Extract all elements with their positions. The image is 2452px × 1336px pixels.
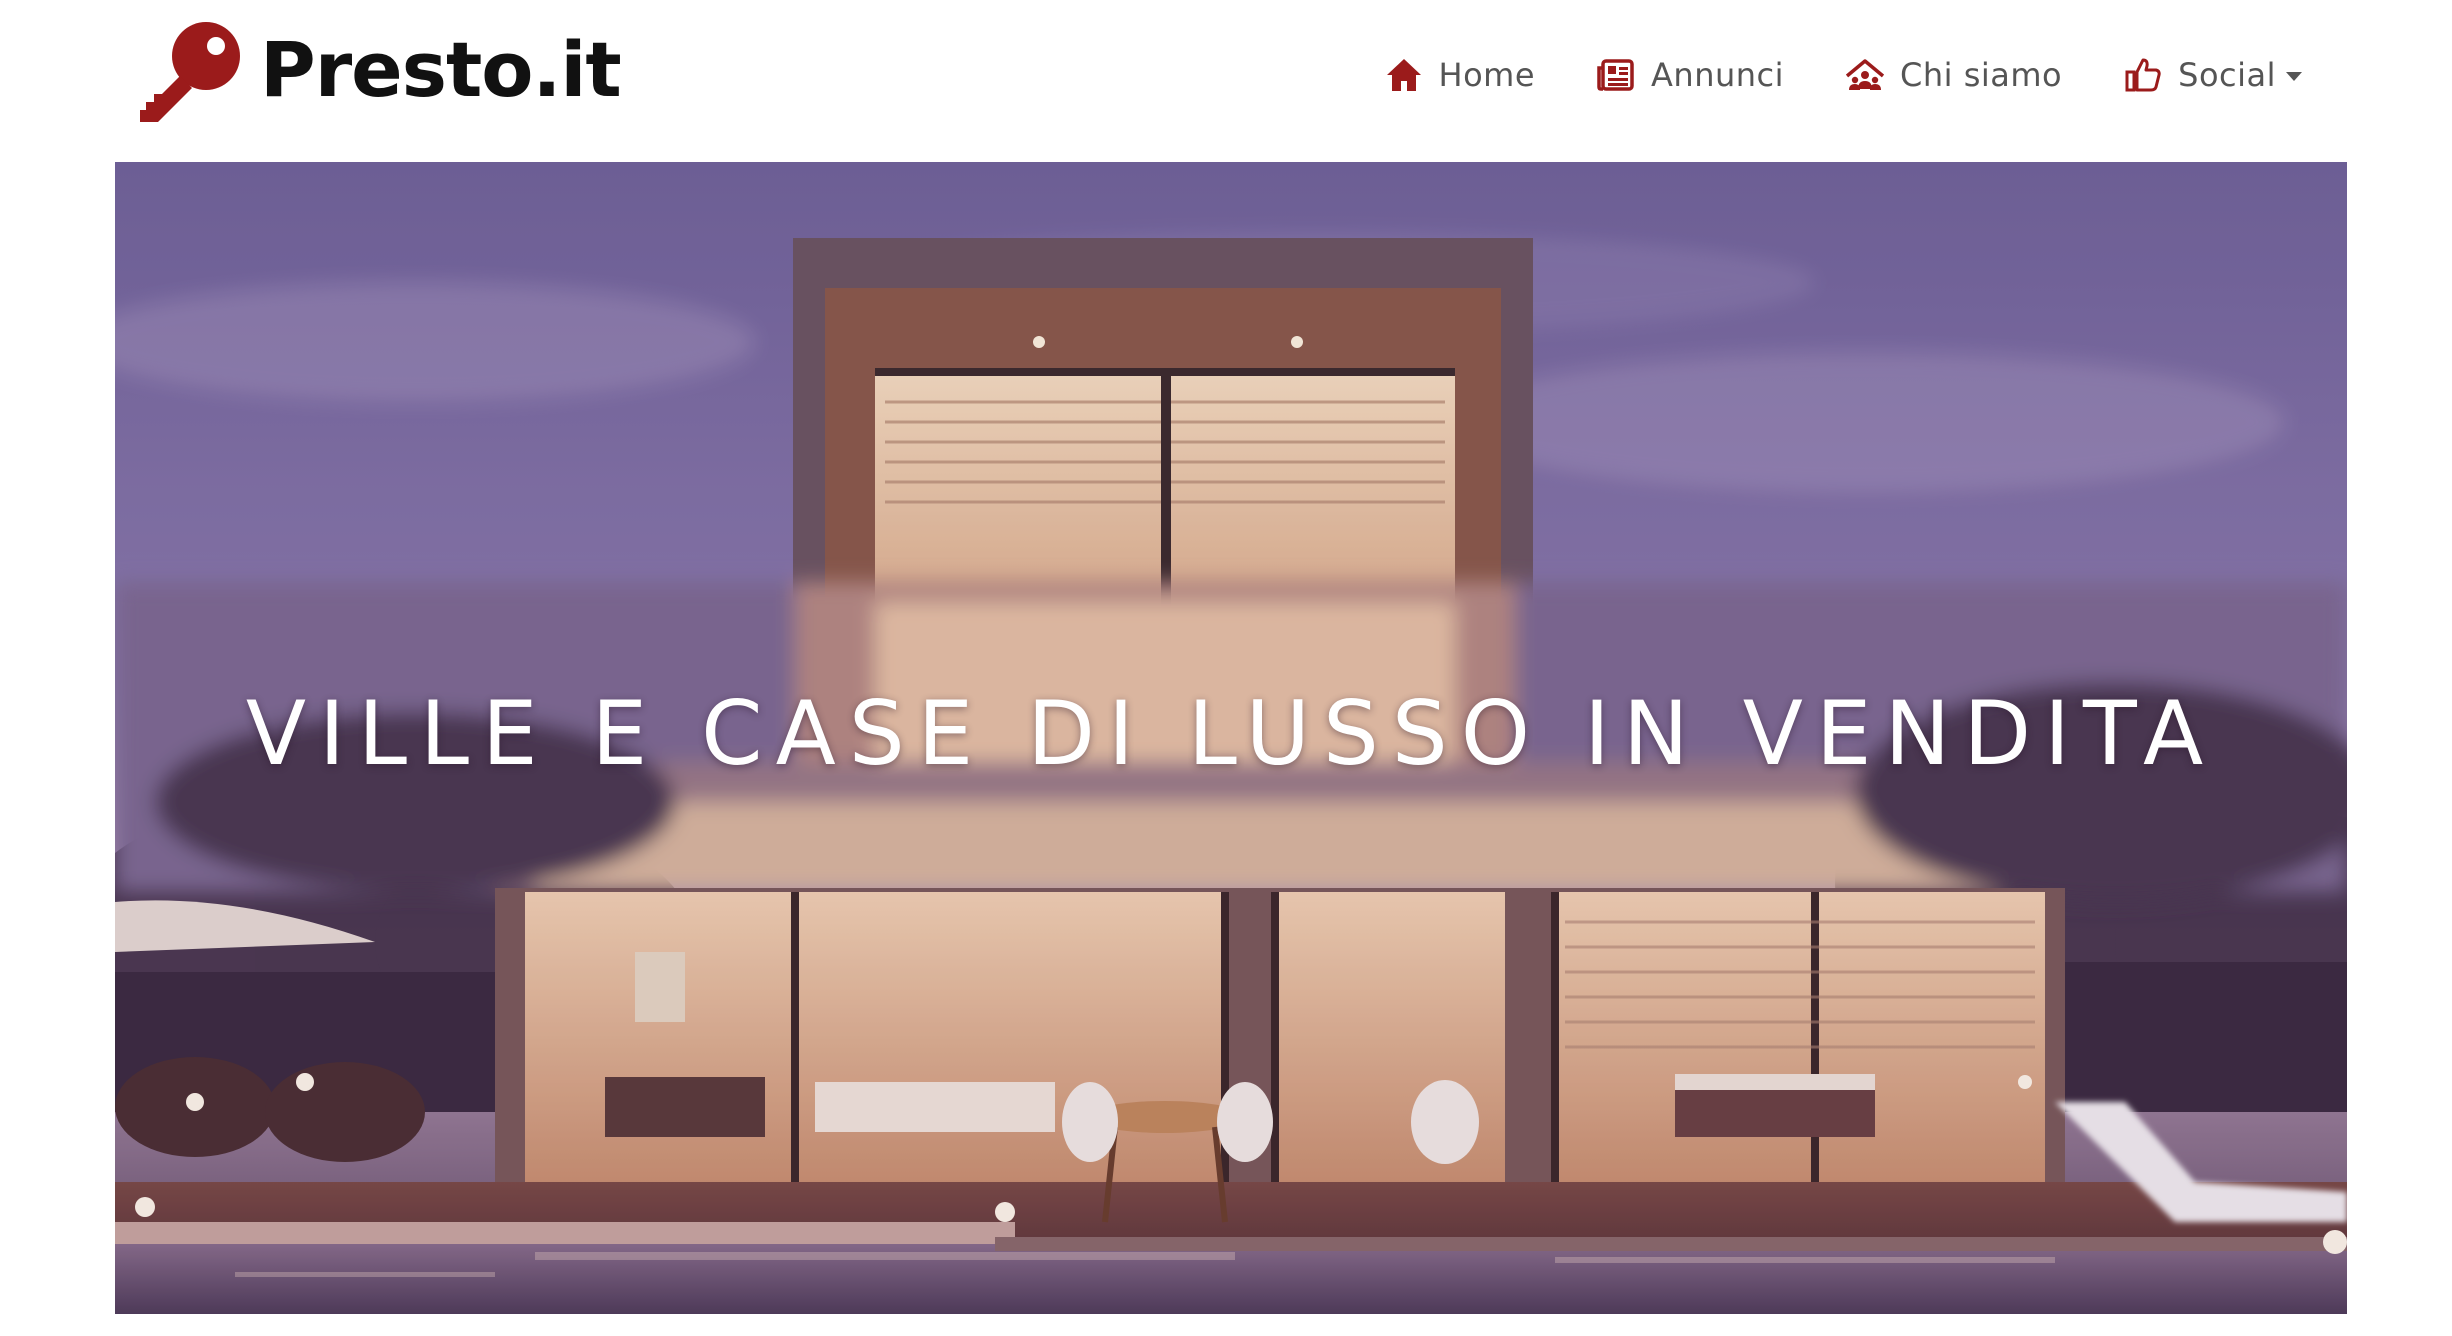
nav-social-dropdown[interactable]: Social	[2124, 56, 2302, 94]
key-icon	[140, 22, 240, 122]
nav-chi-siamo-label: Chi siamo	[1900, 56, 2063, 94]
navbar: Presto.it Home Annunci Chi siamo Social	[0, 0, 2452, 160]
nav-home-label: Home	[1438, 56, 1536, 94]
home-icon	[1386, 59, 1421, 91]
team-icon	[1846, 59, 1885, 90]
brand-logo-link[interactable]: Presto.it	[136, 18, 622, 122]
nav-chi-siamo[interactable]: Chi siamo	[1846, 56, 2062, 94]
nav-social-label: Social	[2178, 56, 2276, 94]
brand-name: Presto.it	[260, 25, 622, 114]
main-nav: Home Annunci Chi siamo Social	[1323, 45, 2302, 105]
hero-banner: VILLE E CASE DI LUSSO IN VENDITA	[115, 162, 2347, 1314]
thumbs-up-icon	[2125, 58, 2161, 92]
chevron-down-icon	[2286, 71, 2302, 81]
nav-home[interactable]: Home	[1385, 56, 1536, 94]
newspaper-icon	[1597, 59, 1634, 91]
nav-annunci-label: Annunci	[1651, 56, 1785, 94]
nav-annunci[interactable]: Annunci	[1597, 56, 1784, 94]
hero-title: VILLE E CASE DI LUSSO IN VENDITA	[245, 682, 2217, 785]
